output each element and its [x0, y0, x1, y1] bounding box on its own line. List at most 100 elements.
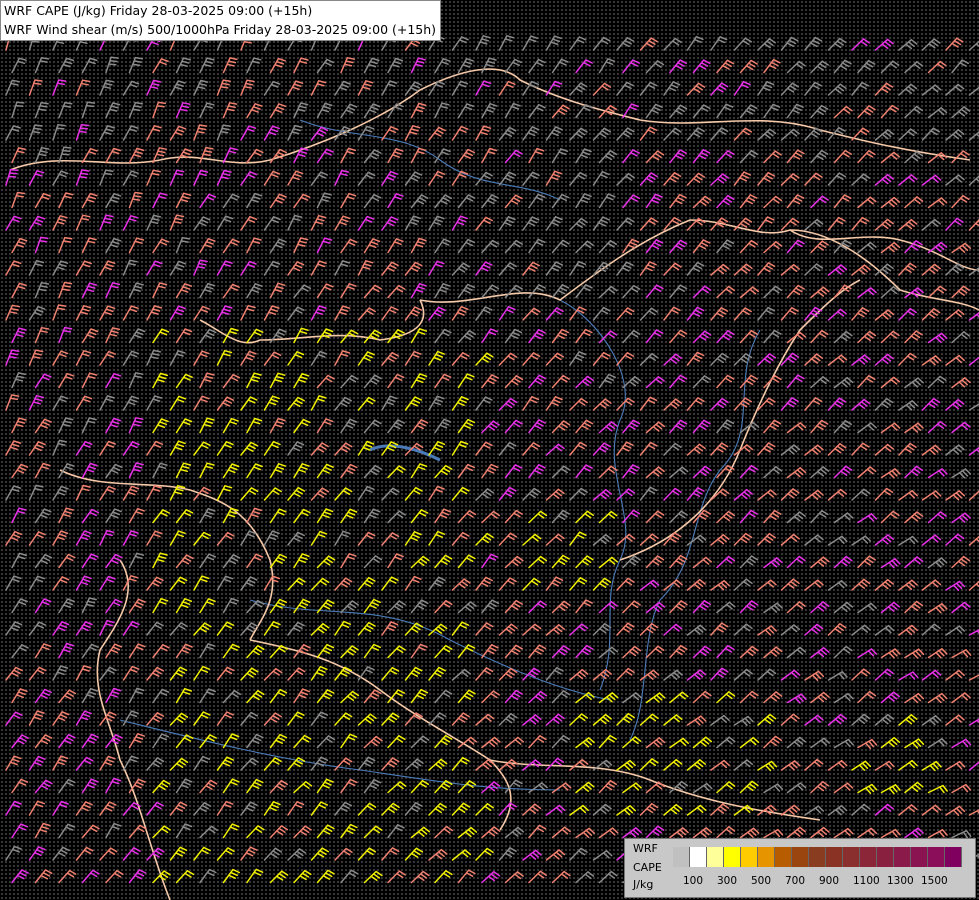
- wind-barb: [5, 125, 21, 141]
- wind-barb: [11, 237, 28, 254]
- wind-barb: [381, 216, 399, 231]
- wind-barb: [28, 710, 45, 726]
- wind-barb: [363, 57, 380, 74]
- wind-barb: [34, 869, 53, 884]
- wind-barb: [763, 466, 783, 479]
- wind-barb: [340, 192, 357, 209]
- wind-barb: [786, 601, 806, 614]
- wind-barb: [810, 646, 830, 659]
- wind-barb: [334, 530, 351, 546]
- wind-barb: [287, 757, 306, 771]
- wind-barb: [569, 487, 588, 501]
- wind-barb: [5, 755, 22, 771]
- wind-barb: [5, 800, 22, 816]
- wind-barb: [528, 600, 547, 614]
- wind-barb: [504, 375, 524, 389]
- wind-barb: [340, 374, 359, 389]
- wind-barb: [404, 622, 424, 636]
- wind-barb: [545, 849, 566, 861]
- wind-barb: [451, 262, 471, 276]
- wind-barb: [898, 128, 918, 141]
- wind-barb: [99, 79, 114, 96]
- wind-barb: [175, 823, 193, 839]
- wind-barb: [921, 218, 941, 231]
- wind-barb: [293, 463, 310, 479]
- wind-barb: [733, 307, 752, 321]
- wind-barb: [733, 444, 754, 456]
- wind-barb: [669, 284, 688, 299]
- wind-barb: [757, 397, 776, 411]
- wind-barb: [639, 669, 660, 681]
- wind-barb: [246, 57, 262, 74]
- wind-barb: [169, 260, 187, 276]
- wind-barb: [639, 217, 658, 231]
- wind-barb: [522, 216, 540, 231]
- legend-swatch: [690, 847, 707, 867]
- wind-barb: [739, 149, 759, 164]
- wind-barb: [551, 734, 571, 749]
- wind-barb: [269, 688, 288, 704]
- wind-barb: [404, 531, 422, 546]
- wind-barb: [310, 395, 327, 411]
- wind-barb: [404, 575, 422, 591]
- wind-barb: [222, 193, 240, 209]
- legend-swatch: [894, 847, 911, 867]
- wind-barb: [669, 193, 687, 209]
- wind-barb: [75, 756, 94, 771]
- wind-barb: [827, 804, 848, 816]
- wind-barb: [663, 127, 682, 141]
- wind-barb: [645, 103, 663, 119]
- wind-barb: [810, 419, 829, 434]
- wind-barb: [34, 643, 52, 659]
- wind-barb: [287, 261, 305, 276]
- wind-barb: [340, 869, 359, 884]
- wind-barb: [128, 552, 145, 569]
- wind-barb: [827, 216, 846, 231]
- wind-barb: [927, 692, 948, 704]
- wind-barb: [716, 239, 735, 254]
- wind-barb: [827, 397, 847, 411]
- wind-barb: [99, 260, 116, 276]
- wind-barb: [269, 508, 287, 524]
- wind-barb: [716, 781, 736, 794]
- wind-barb: [622, 375, 642, 389]
- wind-barb: [28, 575, 46, 591]
- wind-barb: [639, 486, 658, 501]
- wind-barb: [551, 690, 571, 704]
- wind-barb: [780, 82, 800, 96]
- wind-barb: [945, 533, 965, 546]
- wind-barb: [686, 443, 706, 456]
- wind-barb: [592, 36, 611, 51]
- wind-barb: [75, 305, 92, 321]
- wind-barb: [475, 35, 491, 51]
- wind-barb: [786, 511, 806, 524]
- wind-barb: [616, 352, 635, 366]
- wind-barb: [451, 756, 470, 771]
- wind-barb: [616, 667, 635, 681]
- wind-barb: [968, 490, 979, 501]
- wind-barb: [146, 712, 165, 726]
- wind-barb: [968, 311, 979, 321]
- wind-barb: [316, 463, 334, 479]
- wind-barb: [851, 264, 871, 276]
- wind-barb: [269, 598, 287, 614]
- wind-barb: [475, 125, 492, 141]
- wind-barb: [58, 281, 73, 299]
- wind-barb: [598, 285, 618, 299]
- wind-barb: [927, 738, 948, 749]
- wind-barb: [692, 736, 713, 749]
- wind-barb: [105, 417, 122, 434]
- wind-barb: [457, 283, 475, 299]
- wind-barb: [310, 577, 330, 591]
- wind-barb: [246, 192, 263, 209]
- wind-barb: [246, 689, 265, 704]
- wind-barb: [287, 667, 306, 681]
- wind-barb: [904, 781, 924, 794]
- wind-barb: [152, 238, 170, 254]
- wind-barb: [334, 801, 353, 816]
- wind-barb: [122, 575, 139, 591]
- wind-barb: [663, 442, 682, 456]
- wind-barb: [827, 308, 847, 321]
- wind-barb: [334, 442, 353, 456]
- wind-barb: [193, 216, 211, 231]
